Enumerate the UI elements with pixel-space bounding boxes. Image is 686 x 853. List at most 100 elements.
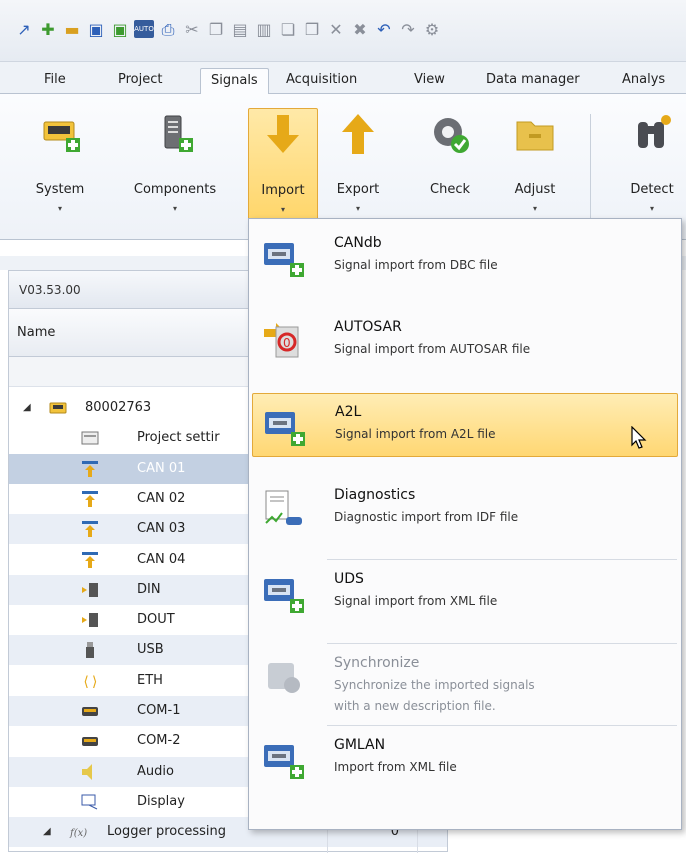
svg-text:0: 0 [283, 336, 291, 350]
logger-icon: f(x) [69, 828, 87, 839]
detect-label: Detect [630, 182, 674, 197]
check-button[interactable]: Check [420, 108, 480, 220]
tab-analys[interactable]: Analys [612, 68, 675, 94]
import-label: Import [261, 183, 305, 198]
tree-row-label: CAN 04 [137, 551, 186, 567]
tab-project[interactable]: Project [108, 68, 172, 94]
tab-view[interactable]: View [404, 68, 455, 94]
can-icon [82, 460, 98, 477]
diagnostics-icon [265, 490, 302, 525]
auto-icon[interactable]: AUTO [134, 20, 154, 38]
tab-data-manager[interactable]: Data manager [476, 68, 590, 94]
project-settings-icon [81, 431, 99, 445]
audio-icon [82, 763, 92, 780]
menu-item-title: UDS [334, 571, 364, 587]
print-icon[interactable]: ⎙ [158, 20, 178, 40]
menu-item-title: CANdb [334, 235, 382, 251]
menu-item-gmlan[interactable]: GMLAN Import from XML file [252, 727, 678, 791]
check-label: Check [430, 182, 470, 197]
save-icon[interactable]: ▣ [86, 20, 106, 40]
column-name-header: Name [17, 325, 56, 340]
menu-separator [327, 725, 677, 726]
detect-button[interactable]: Detect ▾ [618, 108, 686, 220]
menu-item-title: AUTOSAR [334, 319, 402, 335]
dout-icon [82, 613, 98, 628]
menu-item-description: Signal import from A2L file [335, 427, 496, 441]
chevron-down-icon: ▾ [172, 204, 177, 213]
import-button[interactable]: Import ▾ [248, 108, 318, 220]
menu-item-description: Import from XML file [334, 760, 457, 774]
chevron-down-icon: ▾ [280, 205, 285, 214]
menu-item-title: A2L [335, 404, 362, 420]
redo-icon[interactable]: ↷ [398, 20, 418, 40]
quick-access-toolbar: ↗ ✚ ▬ ▣ ▣ AUTO ⎙ ✂ ❐ ▤ ▥ ❏ ❒ ✕ ✖ ↶ ↷ ⚙ [0, 0, 686, 62]
menu-item-title: GMLAN [334, 737, 386, 753]
usb-icon [86, 642, 94, 659]
menu-item-candb[interactable]: CANdb Signal import from DBC file [252, 225, 678, 289]
tab-signals[interactable]: Signals [200, 68, 269, 95]
eth-icon: ⟨⟩ [82, 674, 99, 690]
folder-icon[interactable]: ▬ [62, 20, 82, 40]
adjust-button[interactable]: Adjust ▾ [504, 108, 566, 220]
menu-item-uds[interactable]: UDS Signal import from XML file [252, 561, 678, 625]
chevron-down-icon: ▾ [57, 204, 62, 213]
chevron-down-icon: ▾ [532, 204, 537, 213]
menu-item-description: Synchronize the imported signals [334, 678, 535, 692]
delete-all-icon[interactable]: ✖ [350, 20, 370, 40]
menu-item-description: Signal import from AUTOSAR file [334, 342, 531, 356]
delete-icon[interactable]: ✕ [326, 20, 346, 40]
check-icon [434, 118, 469, 153]
paste-special-icon[interactable]: ▥ [254, 20, 274, 40]
display-icon [81, 794, 98, 810]
system-label: System [35, 182, 85, 197]
detect-icon [638, 115, 671, 148]
tab-file[interactable]: File [34, 68, 76, 94]
new-icon[interactable]: ✚ [38, 20, 58, 40]
tree-row-label: CAN 03 [137, 521, 186, 537]
synchronize-icon [268, 663, 300, 693]
cut-icon[interactable]: ✂ [182, 20, 202, 40]
tree-row-label: ETH [137, 672, 163, 688]
tree-row-label: Project settir [137, 430, 220, 446]
system-button[interactable]: System ▾ [28, 108, 92, 220]
import-icon [267, 115, 299, 153]
menu-item-autosar[interactable]: 0 AUTOSAR Signal import from AUTOSAR file [252, 309, 678, 373]
components-button[interactable]: Components ▾ [120, 108, 230, 220]
svg-text:f(x): f(x) [69, 828, 87, 839]
menu-item-description: Diagnostic import from IDF file [334, 510, 519, 524]
com-icon [82, 707, 98, 716]
menu-item-diagnostics[interactable]: Diagnostics Diagnostic import from IDF fi… [252, 477, 678, 541]
settings-icon[interactable]: ⚙ [422, 20, 442, 40]
open-icon[interactable]: ↗ [14, 20, 34, 40]
save-as-icon[interactable]: ▣ [110, 20, 130, 40]
can-icon [82, 551, 98, 568]
expand-arrow-icon[interactable]: ◢ [43, 817, 55, 847]
undo-icon[interactable]: ↶ [374, 20, 394, 40]
import-dropdown-menu: CANdb Signal import from DBC file 0 AUTOSAR… [248, 218, 682, 830]
menu-item-description: Signal import from XML file [334, 594, 498, 608]
chevron-down-icon: ▾ [355, 204, 360, 213]
menu-item-a2l[interactable]: A2L Signal import from A2L file [252, 393, 678, 457]
tree-row-label: COM-1 [137, 703, 181, 718]
menu-item-title: Synchronize [334, 655, 420, 671]
tree-row-label: Logger processing [107, 824, 227, 840]
tab-acquisition[interactable]: Acquisition [276, 68, 367, 94]
components-icon [164, 115, 193, 152]
tree-row-label: CAN 02 [137, 490, 186, 506]
expand-arrow-icon[interactable]: ◢ [23, 393, 35, 423]
menu-item-description: Signal import from DBC file [334, 258, 498, 272]
tree-row-label: Display [137, 793, 185, 809]
paste-icon[interactable]: ▤ [230, 20, 250, 40]
uds-icon [264, 579, 304, 613]
copy-page-icon[interactable]: ❒ [302, 20, 322, 40]
autosar-icon: 0 [264, 323, 299, 358]
adjust-icon [516, 121, 554, 151]
tree-row-label: COM-2 [137, 733, 181, 749]
copy-doc-icon[interactable]: ❏ [278, 20, 298, 40]
export-button[interactable]: Export ▾ [328, 108, 388, 220]
export-label: Export [336, 182, 380, 197]
copy-icon[interactable]: ❐ [206, 20, 226, 40]
candb-icon [264, 243, 304, 277]
version-label: V03.53.00 [19, 283, 81, 297]
menu-tabs: File Project Signals Acquisition View Data ma… [0, 62, 686, 95]
